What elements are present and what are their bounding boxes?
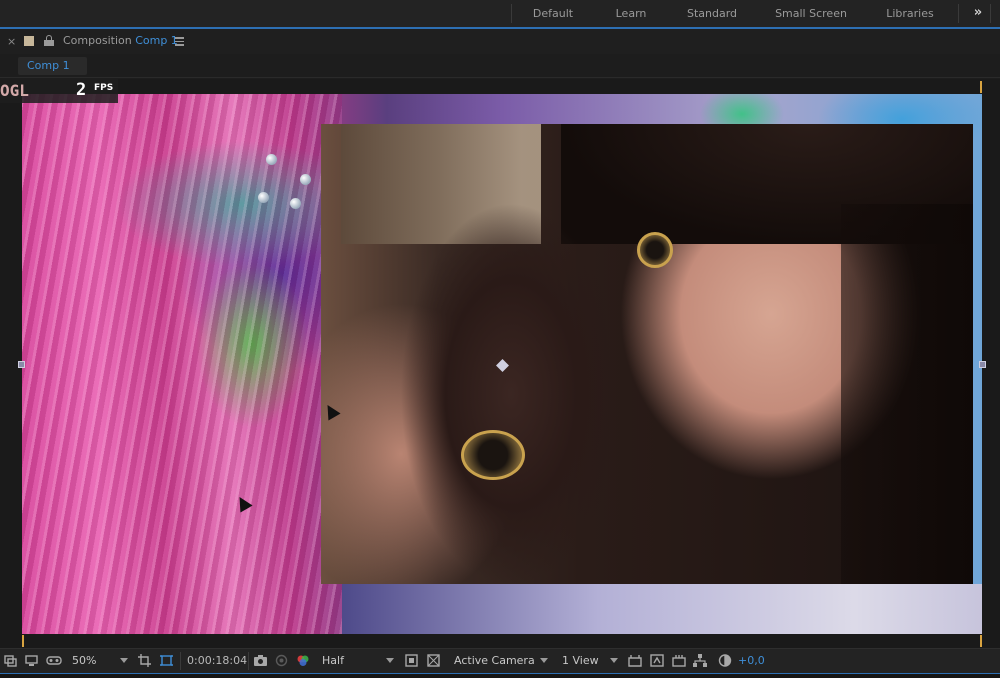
- pink-hair-texture: [22, 94, 342, 634]
- show-snapshot-icon[interactable]: [275, 654, 288, 667]
- color-channels-icon[interactable]: [296, 654, 310, 667]
- draft-3d-icon[interactable]: [650, 654, 664, 667]
- panel-title-prefix: Composition: [63, 34, 132, 47]
- face-gem: [258, 192, 269, 203]
- panel-comp-name[interactable]: Comp 1: [135, 34, 178, 47]
- comp-bounds-marker: [980, 81, 982, 93]
- 3d-view-icon[interactable]: [628, 654, 642, 667]
- fps-label: FPS: [94, 83, 114, 93]
- panel-menu-icon[interactable]: [175, 37, 184, 46]
- comp-color-swatch[interactable]: [24, 36, 34, 46]
- lock-icon[interactable]: [44, 35, 54, 46]
- performance-hud: OGL 2 FPS: [0, 79, 118, 103]
- workspace-libraries[interactable]: Libraries: [876, 0, 944, 27]
- workspace-divider: [958, 4, 959, 23]
- foreground-hair-side: [841, 204, 973, 584]
- resolution-value: Half: [322, 654, 344, 667]
- panel-title: Composition Comp 1: [63, 34, 178, 47]
- views-value: 1 View: [562, 654, 599, 667]
- snapshot-icon[interactable]: [253, 654, 268, 667]
- reset-exposure-icon[interactable]: [718, 654, 732, 667]
- workspace-divider: [990, 4, 991, 23]
- exposure-value[interactable]: +0,0: [738, 653, 765, 669]
- workspace-standard[interactable]: Standard: [676, 0, 748, 27]
- monitor-icon[interactable]: [25, 654, 38, 667]
- camera-value: Active Camera: [454, 654, 535, 667]
- panel-bottom-edge: [0, 673, 1000, 678]
- workspace-learn[interactable]: Learn: [600, 0, 662, 27]
- camera-dropdown[interactable]: Active Camera: [448, 651, 552, 670]
- comp-bounds-marker: [980, 635, 982, 647]
- views-dropdown[interactable]: 1 View: [556, 651, 622, 670]
- timeline-icon[interactable]: [672, 654, 686, 667]
- always-preview-icon[interactable]: [4, 654, 17, 667]
- renderer-label: OGL: [0, 81, 29, 100]
- toolbar-separator: [248, 652, 249, 670]
- layer-handle-left[interactable]: [18, 361, 25, 368]
- workspace-bar: Default Learn Standard Small Screen Libr…: [0, 0, 1000, 27]
- flowchart-icon[interactable]: [693, 654, 707, 667]
- fast-preview-icon[interactable]: [405, 654, 418, 667]
- toggle-mask-icon[interactable]: [427, 654, 440, 667]
- comp-bounds-marker: [22, 635, 24, 647]
- comp-tab-row: [0, 54, 1000, 78]
- face-gem: [300, 174, 311, 185]
- layer-handle-right[interactable]: [979, 361, 986, 368]
- region-of-interest-icon[interactable]: [138, 654, 151, 667]
- workspace-small-screen[interactable]: Small Screen: [768, 0, 854, 27]
- workspace-default[interactable]: Default: [520, 0, 586, 27]
- vr-goggles-icon[interactable]: [46, 654, 62, 667]
- close-icon[interactable]: ×: [7, 35, 16, 48]
- tab-comp-1[interactable]: Comp 1: [18, 57, 87, 75]
- background-lower-glow: [342, 584, 982, 634]
- workspace-divider: [511, 4, 512, 23]
- composition-viewer[interactable]: OGL 2 FPS: [0, 79, 1000, 648]
- current-time-display[interactable]: 0:00:18:04: [187, 653, 247, 669]
- resolution-dropdown[interactable]: Half: [316, 651, 398, 670]
- magnification-value: 50%: [72, 654, 97, 667]
- more-workspaces-icon[interactable]: »: [970, 0, 986, 27]
- earring: [637, 232, 673, 268]
- foreground-lace-glove: [401, 204, 621, 584]
- foreground-footage-layer[interactable]: [321, 124, 973, 584]
- ring: [461, 430, 525, 480]
- transparency-grid-icon[interactable]: [160, 654, 173, 667]
- face-gem: [290, 198, 301, 209]
- magnification-dropdown[interactable]: 50%: [66, 651, 132, 670]
- face-gem: [266, 154, 277, 165]
- toolbar-separator: [180, 652, 181, 670]
- fps-value: 2: [76, 80, 87, 100]
